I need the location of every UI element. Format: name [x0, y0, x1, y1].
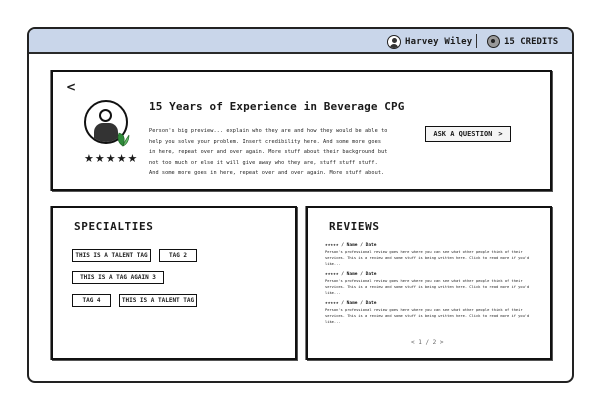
review-header: ★★★★★ / Name / Date: [325, 301, 377, 306]
specialty-tag[interactable]: THIS IS A TAG AGAIN 3: [72, 271, 164, 284]
specialties-panel: SPECIALTIES THIS IS A TALENT TAG TAG 2 T…: [51, 206, 297, 360]
credits-label: 15 CREDITS: [504, 36, 559, 47]
review-item[interactable]: ★★★★★ / Name / Date Person's professiona…: [325, 271, 535, 296]
review-body: Person's professional review goes here w…: [325, 279, 530, 295]
avatar-body-icon: [94, 123, 118, 142]
back-button[interactable]: <: [66, 80, 76, 94]
credits-display[interactable]: 15 CREDITS: [487, 33, 558, 50]
specialties-title: SPECIALTIES: [74, 220, 154, 233]
expert-profile-card: < ★★★★★ 15 Years of Experience in Bevera…: [51, 70, 552, 191]
leaf-badge-icon: [117, 132, 130, 147]
review-pagination[interactable]: < 1 / 2 >: [411, 339, 444, 346]
review-item[interactable]: ★★★★★ / Name / Date Person's professiona…: [325, 300, 535, 325]
ask-question-button[interactable]: ASK A QUESTION >: [425, 126, 511, 142]
review-item[interactable]: ★★★★★ / Name / Date Person's professiona…: [325, 242, 535, 267]
coin-icon: [487, 35, 500, 48]
avatar-head-icon: [99, 109, 112, 122]
review-header: ★★★★★ / Name / Date: [325, 243, 377, 248]
header-divider: [476, 34, 477, 48]
top-bar: Harvey Wiley 15 CREDITS: [29, 29, 572, 54]
reviews-panel: REVIEWS ★★★★★ / Name / Date Person's pro…: [306, 206, 552, 360]
review-header: ★★★★★ / Name / Date: [325, 272, 377, 277]
expert-headline: 15 Years of Experience in Beverage CPG: [149, 100, 405, 113]
user-menu[interactable]: Harvey Wiley: [387, 33, 472, 50]
specialty-tag[interactable]: TAG 2: [159, 249, 197, 262]
reviews-title: REVIEWS: [329, 220, 380, 233]
specialty-tag[interactable]: THIS IS A TALENT TAG: [72, 249, 151, 262]
review-body: Person's professional review goes here w…: [325, 308, 530, 324]
review-body: Person's professional review goes here w…: [325, 250, 530, 266]
app-window: Harvey Wiley 15 CREDITS < ★★★★★ 15 Years…: [27, 27, 574, 383]
user-name: Harvey Wiley: [405, 36, 473, 47]
expert-description: Person's big preview... explain who they…: [149, 128, 388, 176]
chevron-right-icon: >: [498, 130, 503, 138]
specialty-tag[interactable]: THIS IS A TALENT TAG: [119, 294, 197, 307]
user-avatar-icon: [387, 34, 401, 49]
ask-question-label: ASK A QUESTION: [433, 130, 493, 138]
rating-stars: ★★★★★: [84, 152, 139, 165]
specialty-tag[interactable]: TAG 4: [72, 294, 111, 307]
